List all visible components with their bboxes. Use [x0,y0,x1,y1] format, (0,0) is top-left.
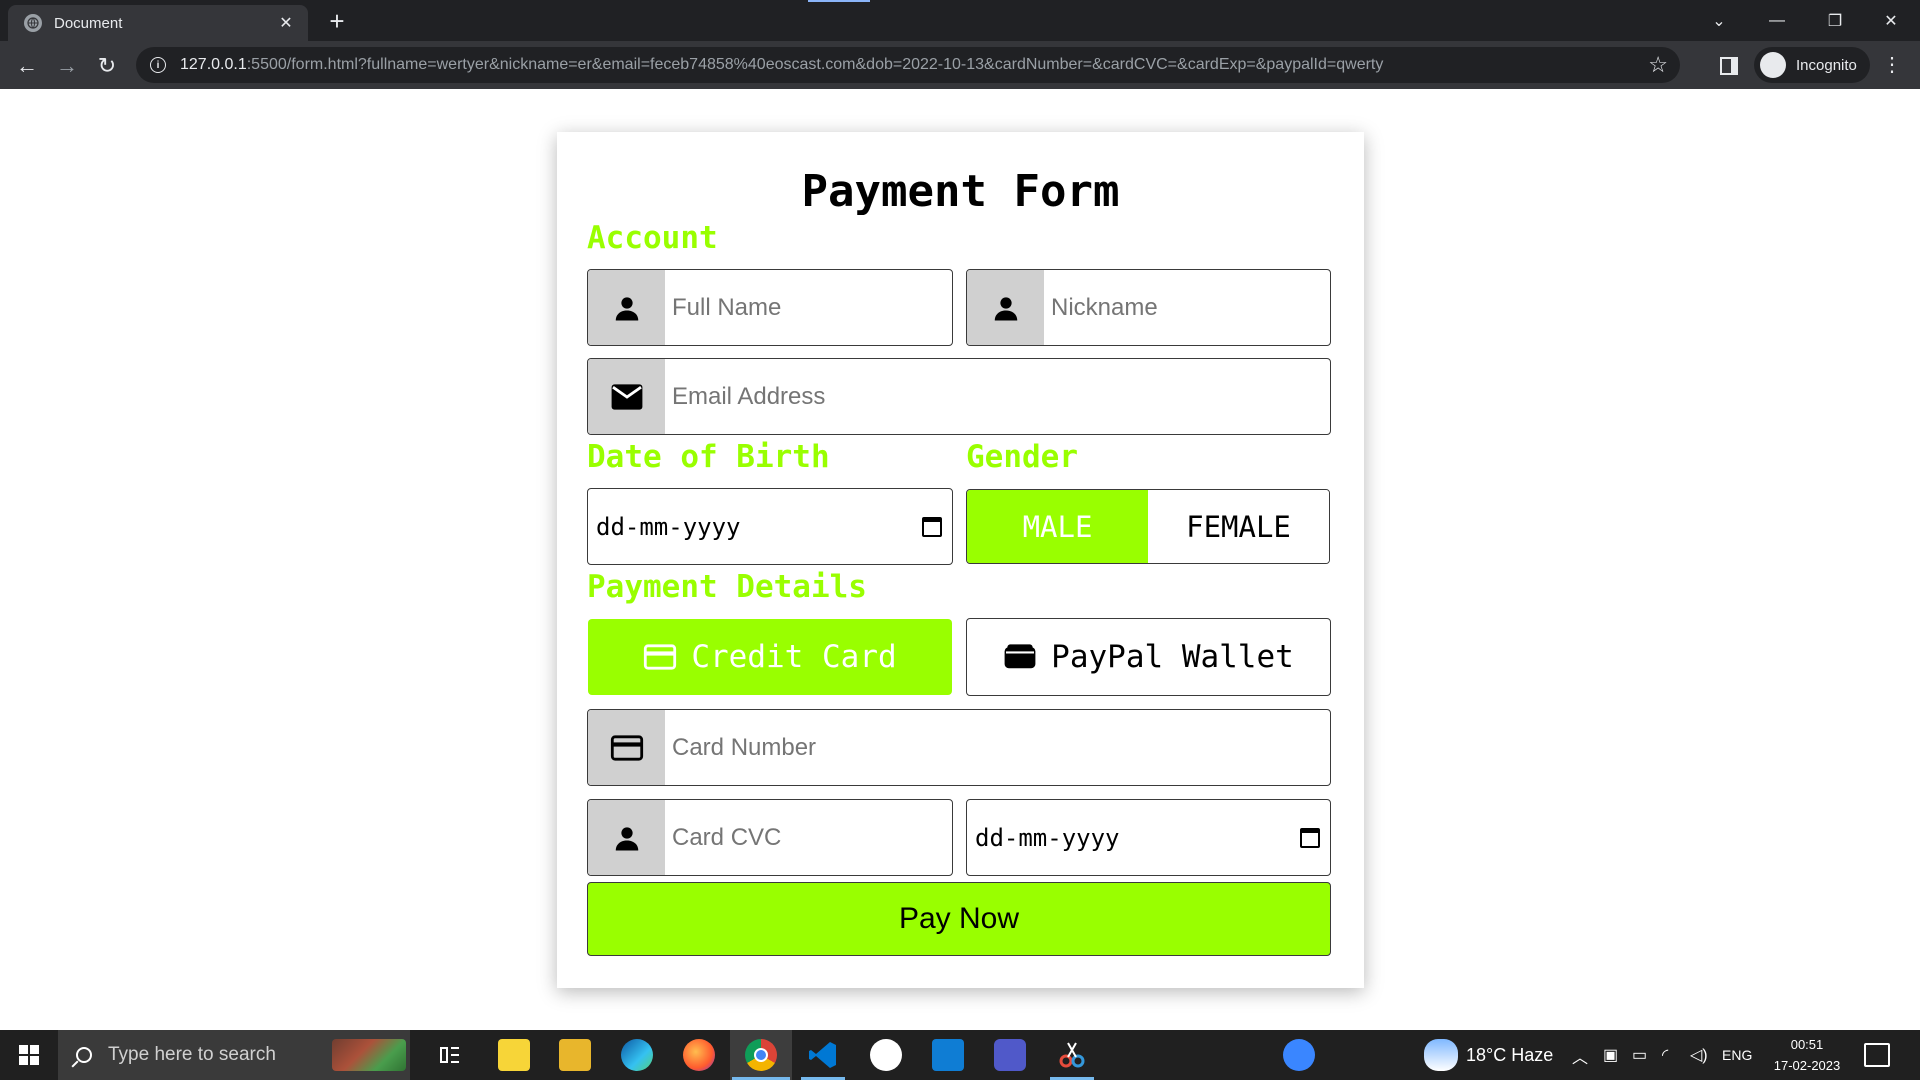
card-number-input[interactable] [665,710,1330,785]
nickname-field [966,269,1331,346]
fullname-field [587,269,953,346]
tab-loading-indicator [808,0,870,2]
tab-close-icon[interactable]: ✕ [276,13,296,33]
browser-tab[interactable]: Document ✕ [8,5,308,41]
weather-cloud-icon[interactable] [1424,1039,1458,1071]
nickname-input[interactable] [1044,270,1330,345]
chrome-icon[interactable] [745,1039,777,1071]
windows-taskbar: Type here to search 18°C Haze ︿ ▣ ▭ ◜ ◁)… [0,1030,1920,1080]
account-section-label: Account [587,220,718,256]
reload-button[interactable]: ↻ [90,49,124,83]
card-number-field [587,709,1331,786]
clock-date: 17-02-2023 [1773,1058,1841,1073]
card-expiry-value: dd-mm-yyyy [975,823,1120,852]
gender-female-option[interactable]: FEMALE [1148,490,1329,563]
card-cvc-input[interactable] [665,800,952,875]
minimize-button[interactable]: — [1748,0,1806,41]
credit-card-option[interactable]: Credit Card [588,619,952,695]
file-explorer-icon[interactable] [559,1039,591,1071]
browser-menu-button[interactable]: ⋮ [1882,53,1902,77]
calendar-icon[interactable] [1300,827,1320,848]
back-button[interactable]: ← [10,49,44,83]
page-title: Payment Form [801,166,1120,217]
paypal-wallet-label: PayPal Wallet [1051,639,1294,675]
search-icon [76,1047,92,1063]
globe-icon [24,14,42,32]
snipping-tool-icon[interactable] [1056,1039,1088,1071]
app-w-icon[interactable] [870,1039,902,1071]
browser-toolbar: ← → ↻ i 127.0.0.1:5500/form.html?fullnam… [0,41,1920,89]
wallet-icon [1004,644,1036,669]
search-highlight-bird-icon[interactable] [332,1039,406,1071]
incognito-icon [1760,52,1786,78]
bookmark-star-icon[interactable]: ☆ [1648,52,1668,78]
calendar-icon[interactable] [922,516,942,537]
url-path: :5500/form.html?fullname=wertyer&nicknam… [246,56,1384,73]
gender-male-option[interactable]: MALE [967,490,1148,563]
browser-tab-bar: Document ✕ + ⌄ — ❐ ✕ [0,0,1920,41]
volume-icon[interactable]: ◁) [1690,1045,1708,1065]
windows-logo-icon [19,1045,39,1065]
credit-card-icon [644,644,677,670]
tray-overflow-chevron-icon[interactable]: ︿ [1572,1044,1588,1068]
user-icon [588,270,665,345]
sticky-notes-icon[interactable] [498,1039,530,1071]
clock-time: 00:51 [1790,1037,1824,1052]
firefox-icon[interactable] [683,1039,715,1071]
incognito-profile-button[interactable]: Incognito [1754,47,1870,83]
card-expiry-date-input[interactable]: dd-mm-yyyy [966,799,1331,876]
fullname-input[interactable] [665,270,952,345]
payment-form-card: Payment Form Account Date of Birth Gende… [557,132,1364,988]
help-icon[interactable] [1283,1039,1315,1071]
weather-text[interactable]: 18°C Haze [1466,1045,1553,1066]
user-icon [588,800,665,875]
payment-section-label: Payment Details [587,569,867,605]
close-window-button[interactable]: ✕ [1862,0,1920,41]
site-info-icon[interactable]: i [150,57,166,73]
email-input[interactable] [665,359,1330,434]
edge-browser-icon[interactable] [621,1039,653,1071]
language-indicator[interactable]: ENG [1722,1047,1752,1063]
email-field [587,358,1331,435]
incognito-label: Incognito [1796,56,1857,74]
notification-center-icon[interactable] [1864,1043,1890,1067]
app-store-icon[interactable] [932,1039,964,1071]
dob-date-input[interactable]: dd-mm-yyyy [587,488,953,565]
teams-icon[interactable] [994,1039,1026,1071]
maximize-button[interactable]: ❐ [1806,0,1864,41]
url-host: 127.0.0.1 [180,56,247,73]
url-text[interactable]: 127.0.0.1:5500/form.html?fullname=wertye… [180,56,1648,74]
task-view-icon[interactable] [434,1039,466,1071]
forward-button[interactable]: → [50,49,84,83]
gender-toggle: MALE FEMALE [966,489,1330,564]
envelope-icon [588,359,665,434]
credit-card-label: Credit Card [691,639,897,675]
address-bar[interactable]: i 127.0.0.1:5500/form.html?fullname=wert… [136,47,1680,83]
tab-list-button[interactable]: ⌄ [1690,0,1748,41]
gender-section-label: Gender [966,439,1078,475]
wifi-icon[interactable]: ◜ [1662,1045,1668,1065]
taskbar-clock[interactable]: 00:51 17-02-2023 [1752,1034,1862,1076]
card-cvc-field [587,799,953,876]
side-panel-icon[interactable] [1720,57,1738,75]
paypal-wallet-option[interactable]: PayPal Wallet [966,618,1331,696]
credit-card-icon [588,710,665,785]
dob-date-value: dd-mm-yyyy [596,512,741,541]
pay-now-button[interactable]: Pay Now [587,882,1331,956]
battery-icon[interactable]: ▭ [1632,1045,1647,1065]
network-status-icon[interactable]: ▣ [1603,1045,1618,1065]
tab-title: Document [54,14,123,32]
new-tab-button[interactable]: + [322,8,352,36]
vscode-icon[interactable] [807,1039,839,1071]
user-icon [967,270,1044,345]
taskbar-search-placeholder: Type here to search [108,1044,276,1065]
start-button[interactable] [0,1030,58,1080]
dob-section-label: Date of Birth [587,439,830,475]
